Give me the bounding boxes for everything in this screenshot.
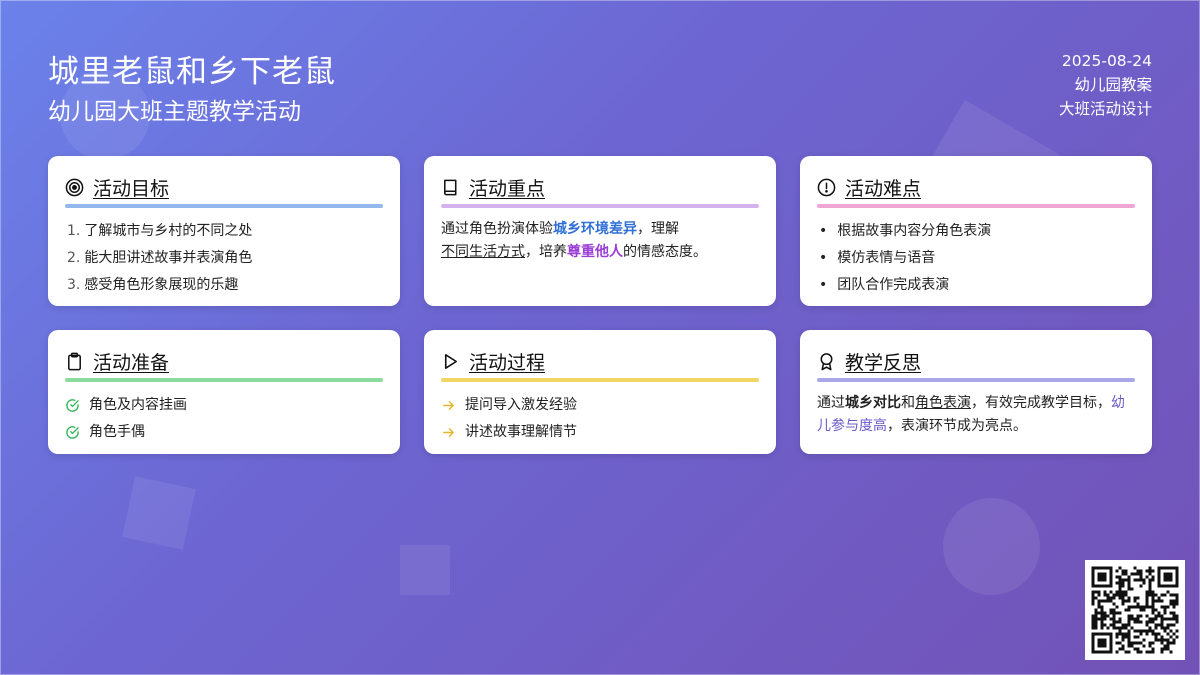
list-item: 讲述故事理解情节 xyxy=(441,419,759,446)
accent-bar xyxy=(817,378,1135,382)
card-title: 活动目标 xyxy=(93,177,170,200)
design-label: 大班活动设计 xyxy=(1058,100,1152,118)
list-item: 2. 能大胆讲述故事并表演角色 xyxy=(67,250,253,266)
highlight-text: 尊重他人 xyxy=(567,244,623,260)
book-icon xyxy=(444,179,457,195)
underlined-text: 不同生活方式 xyxy=(441,244,525,260)
difficulty-list: 根据故事内容分角色表演 模仿表情与语音 团队合作完成表演 xyxy=(817,218,1135,299)
accent-bar xyxy=(817,204,1135,208)
reflection-text: 通过城乡对比和角色表演，有效完成教学目标，幼儿参与度高，表演环节成为亮点。 xyxy=(817,395,1125,434)
goal-list: 1. 了解城市与乡村的不同之处 2. 能大胆讲述故事并表演角色 3. 感受角色形象展现… xyxy=(65,218,383,299)
list-item: 3. 感受角色形象展现的乐趣 xyxy=(67,277,239,293)
card-title: 活动过程 xyxy=(469,351,546,374)
check-circle-icon xyxy=(66,426,79,439)
prep-list: 角色及内容挂画 角色手偶 xyxy=(65,392,383,446)
alert-circle-icon xyxy=(817,178,836,196)
header-meta: 2025-08-24 幼儿园教案 大班活动设计 xyxy=(1059,49,1152,121)
qr-code-image xyxy=(1091,566,1179,654)
accent-bar xyxy=(65,204,383,208)
target-icon xyxy=(65,178,84,196)
accent-bar xyxy=(65,378,383,382)
card-process: 活动过程 提问导入激发经验 讲述故事理解情节 xyxy=(424,330,776,454)
underlined-text: 角色表演 xyxy=(915,395,971,411)
page-subtitle: 幼儿园大班主题教学活动 xyxy=(48,99,301,125)
date-label: 2025-08-24 xyxy=(1061,52,1152,70)
award-icon xyxy=(820,352,833,370)
doc-type-label: 幼儿园教案 xyxy=(1074,76,1152,94)
arrow-right-icon xyxy=(443,401,454,410)
decor-square xyxy=(400,545,450,595)
card-reflection: 教学反思 通过城乡对比和角色表演，有效完成教学目标，幼儿参与度高，表演环节成为亮… xyxy=(800,330,1152,454)
list-item: 1. 了解城市与乡村的不同之处 xyxy=(67,223,253,239)
list-item: 角色手偶 xyxy=(65,419,383,446)
play-icon xyxy=(444,353,458,369)
highlight-text: 城乡环境差异 xyxy=(553,221,637,237)
card-focus: 活动重点 通过角色扮演体验城乡环境差异，理解 不同生活方式，培养尊重他人的情感态度… xyxy=(424,156,776,306)
card-title: 活动准备 xyxy=(93,351,170,374)
list-item: 模仿表情与语音 xyxy=(817,245,1135,272)
decor-rotated-square xyxy=(122,476,196,550)
page-title: 城里老鼠和乡下老鼠 xyxy=(48,54,336,90)
decor-circle xyxy=(943,498,1040,595)
arrow-right-icon xyxy=(443,428,454,437)
bold-text: 城乡对比 xyxy=(845,395,901,411)
card-prep: 活动准备 角色及内容挂画 角色手偶 xyxy=(48,330,400,454)
list-item: 角色及内容挂画 xyxy=(65,392,383,419)
card-difficulty: 活动难点 根据故事内容分角色表演 模仿表情与语音 团队合作完成表演 xyxy=(800,156,1152,306)
list-item: 团队合作完成表演 xyxy=(817,272,1135,299)
card-title: 教学反思 xyxy=(845,351,922,374)
accent-bar xyxy=(441,378,759,382)
clipboard-icon xyxy=(68,352,81,370)
process-list: 提问导入激发经验 讲述故事理解情节 xyxy=(441,392,759,446)
list-item: 根据故事内容分角色表演 xyxy=(817,218,1135,245)
qr-modules xyxy=(1091,566,1179,654)
accent-bar xyxy=(441,204,759,208)
focus-text: 通过角色扮演体验城乡环境差异，理解 不同生活方式，培养尊重他人的情感态度。 xyxy=(441,221,707,260)
card-title: 活动难点 xyxy=(845,177,922,200)
card-title: 活动重点 xyxy=(469,177,546,200)
card-goal: 活动目标 1. 了解城市与乡村的不同之处 2. 能大胆讲述故事并表演角色 3. 感受角… xyxy=(48,156,400,306)
check-circle-icon xyxy=(66,399,79,412)
qr-code xyxy=(1085,560,1185,660)
list-item: 提问导入激发经验 xyxy=(441,392,759,419)
